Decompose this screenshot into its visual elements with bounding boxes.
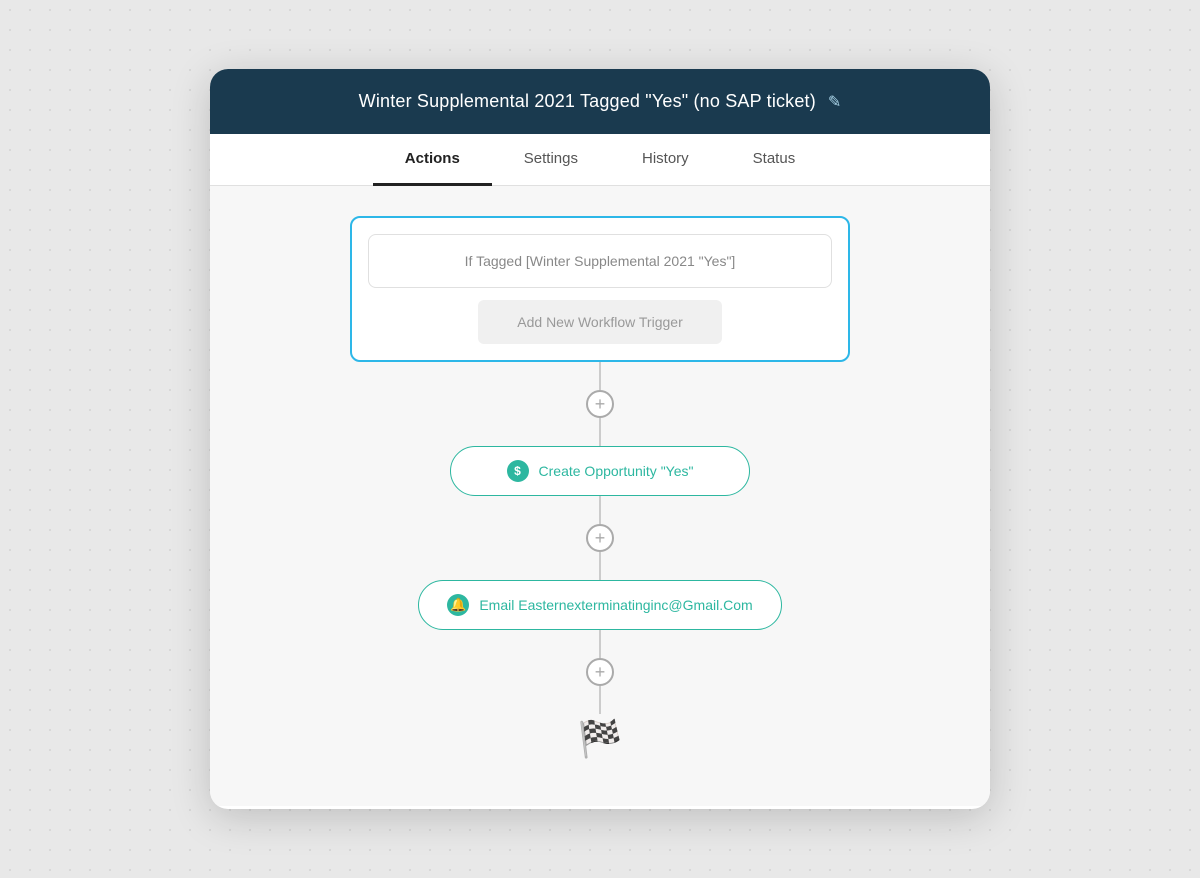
connector-line-1 <box>599 362 601 390</box>
connector-line-3b <box>599 686 601 714</box>
trigger-condition-label[interactable]: If Tagged [Winter Supplemental 2021 "Yes… <box>368 234 832 288</box>
add-trigger-button[interactable]: Add New Workflow Trigger <box>478 300 722 344</box>
workflow-title: Winter Supplemental 2021 Tagged "Yes" (n… <box>359 91 816 112</box>
trigger-box: If Tagged [Winter Supplemental 2021 "Yes… <box>350 216 850 362</box>
connector-line-3 <box>599 630 601 658</box>
connector-2: + <box>586 496 614 580</box>
workflow-canvas: If Tagged [Winter Supplemental 2021 "Yes… <box>210 186 990 806</box>
action-email-label: Email Easternexterminatinginc@Gmail.Com <box>479 597 752 613</box>
add-action-button-2[interactable]: + <box>586 524 614 552</box>
add-action-button-1[interactable]: + <box>586 390 614 418</box>
tab-settings[interactable]: Settings <box>492 134 610 186</box>
action-create-opportunity[interactable]: $ Create Opportunity "Yes" <box>450 446 750 496</box>
finish-flag-icon: 🏁 <box>578 718 623 760</box>
connector-3: + <box>586 630 614 714</box>
dollar-icon: $ <box>507 460 529 482</box>
tab-history[interactable]: History <box>610 134 721 186</box>
bell-icon: 🔔 <box>447 594 469 616</box>
action-email[interactable]: 🔔 Email Easternexterminatinginc@Gmail.Co… <box>418 580 781 630</box>
connector-1: + <box>586 362 614 446</box>
card-header: Winter Supplemental 2021 Tagged "Yes" (n… <box>210 69 990 134</box>
tab-actions[interactable]: Actions <box>373 134 492 186</box>
edit-title-icon[interactable]: ✎ <box>828 92 841 112</box>
action-create-opportunity-label: Create Opportunity "Yes" <box>539 463 694 479</box>
main-card: Winter Supplemental 2021 Tagged "Yes" (n… <box>210 69 990 809</box>
add-action-button-3[interactable]: + <box>586 658 614 686</box>
connector-line-2 <box>599 496 601 524</box>
tabs-bar: Actions Settings History Status <box>210 134 990 186</box>
tab-status[interactable]: Status <box>721 134 828 186</box>
connector-line-2b <box>599 552 601 580</box>
connector-line-1b <box>599 418 601 446</box>
